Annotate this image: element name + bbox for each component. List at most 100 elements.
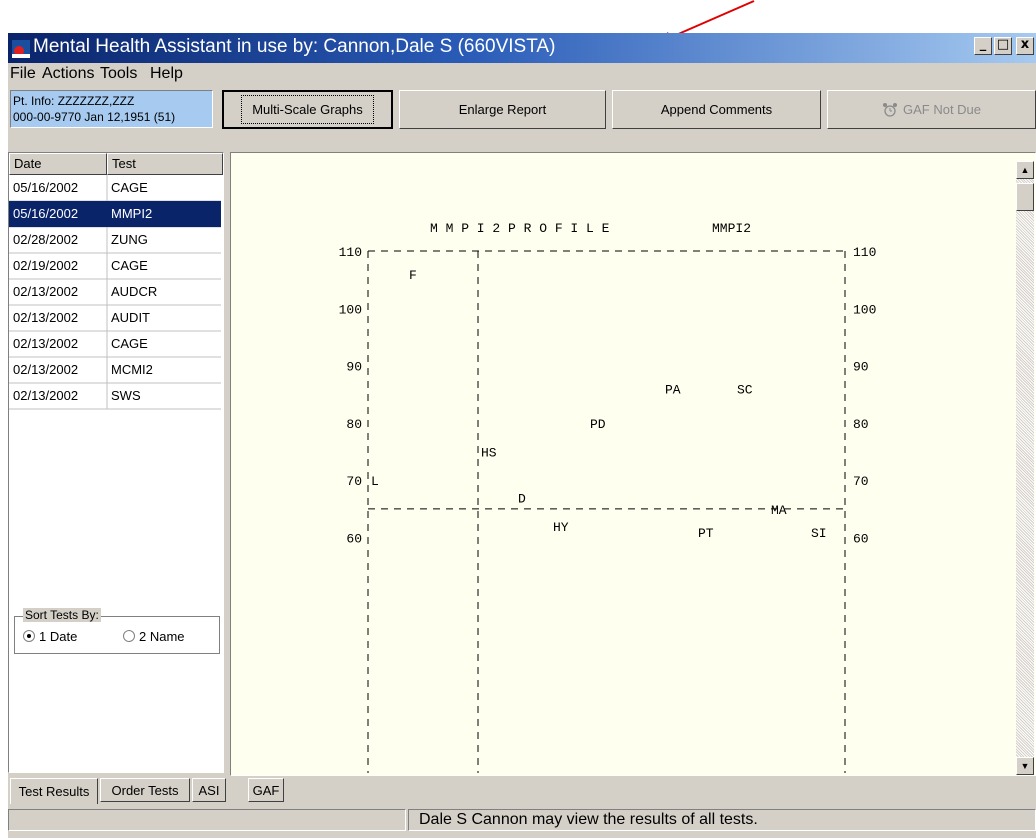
tab-asi[interactable]: ASI bbox=[192, 778, 226, 802]
sort-tests-group: Sort Tests By: 1 Date 2 Name bbox=[14, 608, 220, 654]
test-date: 05/16/2002 bbox=[13, 180, 79, 195]
test-name: AUDCR bbox=[111, 284, 158, 299]
test-date: 02/13/2002 bbox=[13, 388, 79, 403]
tab-gaf[interactable]: GAF bbox=[248, 778, 284, 802]
sort-tests-legend: Sort Tests By: bbox=[23, 608, 101, 622]
window-title: Mental Health Assistant in use by: Canno… bbox=[33, 36, 556, 57]
profile-point-sc: SC bbox=[737, 383, 753, 398]
scroll-up-button[interactable]: ▲ bbox=[1016, 161, 1034, 179]
app-icon bbox=[12, 40, 30, 58]
test-name: ZUNG bbox=[111, 232, 148, 247]
y-tick-label-right: 100 bbox=[853, 302, 876, 317]
tab-test-results[interactable]: Test Results bbox=[10, 778, 98, 804]
sort-by-name-label[interactable]: 2 Name bbox=[139, 629, 185, 644]
test-name: SWS bbox=[111, 388, 141, 403]
patient-info-line2: 000-00-9770 Jan 12,1951 (51) bbox=[13, 110, 176, 124]
test-row[interactable]: 02/13/2002 MCMI2 bbox=[9, 357, 221, 383]
profile-test-code: MMPI2 bbox=[712, 221, 751, 236]
alarm-clock-icon bbox=[882, 102, 897, 117]
gaf-not-due-button[interactable]: GAF Not Due bbox=[827, 90, 1036, 129]
profile-point-pt: PT bbox=[698, 526, 714, 541]
test-row[interactable]: 02/13/2002 SWS bbox=[9, 383, 221, 409]
multi-scale-graphs-label: Multi-Scale Graphs bbox=[241, 95, 374, 124]
mmpi2-profile-chart: M M P I 2 P R O F I L E MMPI2 110 110100 1… bbox=[233, 163, 1016, 773]
y-tick-label-right: 60 bbox=[853, 532, 869, 547]
y-tick-label-left: 60 bbox=[346, 532, 362, 547]
y-tick-label-left: 90 bbox=[346, 360, 362, 375]
minimize-button[interactable]: _ bbox=[974, 37, 992, 55]
profile-point-l: L bbox=[371, 474, 379, 489]
test-date: 02/13/2002 bbox=[13, 336, 79, 351]
y-tick-label-left: 100 bbox=[339, 302, 362, 317]
y-tick-label-right: 90 bbox=[853, 360, 869, 375]
report-vertical-scrollbar[interactable]: ▲ ▼ bbox=[1016, 161, 1034, 775]
profile-point-f: F bbox=[409, 268, 417, 283]
y-tick-label-left: 80 bbox=[346, 417, 362, 432]
profile-point-ma: MA bbox=[771, 503, 787, 518]
header-test[interactable]: Test bbox=[107, 153, 223, 175]
profile-point-pa: PA bbox=[665, 383, 681, 398]
header-date[interactable]: Date bbox=[9, 153, 107, 175]
test-date: 05/16/2002 bbox=[13, 206, 79, 221]
menu-file[interactable]: File bbox=[10, 65, 36, 83]
test-date: 02/13/2002 bbox=[13, 284, 79, 299]
test-date: 02/13/2002 bbox=[13, 362, 79, 377]
test-row[interactable]: 02/13/2002 AUDIT bbox=[9, 305, 221, 331]
report-panel: M M P I 2 P R O F I L E MMPI2 110 110 100 1… bbox=[230, 152, 1036, 776]
sort-by-date-radio[interactable] bbox=[23, 630, 35, 642]
scroll-thumb[interactable] bbox=[1016, 183, 1034, 211]
menu-bar: File Actions Tools Help bbox=[8, 63, 1036, 87]
profile-axis-ticks: 110 110 100 100 90 90 80 80 70 70 60 60 bbox=[339, 245, 877, 547]
profile-point-hy: HY bbox=[553, 520, 569, 535]
test-name: AUDIT bbox=[111, 310, 150, 325]
menu-actions[interactable]: Actions bbox=[42, 65, 94, 83]
status-pane-left bbox=[8, 809, 406, 831]
close-button[interactable]: x bbox=[1016, 37, 1034, 55]
tests-list-panel: Date Test 05/16/2002 CAGE 05/16/2002 MMPI2… bbox=[8, 152, 224, 773]
test-row[interactable]: 02/13/2002 CAGE bbox=[9, 331, 221, 357]
test-name: CAGE bbox=[111, 336, 148, 351]
sort-by-name-radio[interactable] bbox=[123, 630, 135, 642]
y-tick-label-left: 110 bbox=[339, 245, 362, 260]
test-name: MCMI2 bbox=[111, 362, 153, 377]
patient-info-panel[interactable]: Pt. Info: ZZZZZZZ,ZZZ 000-00-9770 Jan 12… bbox=[10, 90, 213, 128]
test-date: 02/19/2002 bbox=[13, 258, 79, 273]
enlarge-report-button[interactable]: Enlarge Report bbox=[399, 90, 606, 129]
append-comments-button[interactable]: Append Comments bbox=[612, 90, 821, 129]
main-window: Mental Health Assistant in use by: Canno… bbox=[8, 33, 1036, 838]
test-name: MMPI2 bbox=[111, 206, 153, 221]
multi-scale-graphs-button[interactable]: Multi-Scale Graphs bbox=[222, 90, 393, 129]
bottom-tab-strip: Test Results Order Tests ASI GAF bbox=[8, 778, 1036, 804]
sort-by-date-label[interactable]: 1 Date bbox=[39, 629, 77, 644]
status-bar: Dale S Cannon may view the results of al… bbox=[8, 809, 1036, 831]
profile-title: M M P I 2 P R O F I L E bbox=[430, 221, 610, 236]
test-name: CAGE bbox=[111, 180, 148, 195]
test-row[interactable]: 02/13/2002 AUDCR bbox=[9, 279, 221, 305]
title-bar: Mental Health Assistant in use by: Canno… bbox=[8, 33, 1036, 63]
test-row[interactable]: 02/19/2002 CAGE bbox=[9, 253, 221, 279]
profile-point-pd: PD bbox=[590, 417, 606, 432]
profile-points: F L HS D HY PD PA SC PT SI MA bbox=[371, 268, 827, 541]
test-row[interactable]: 02/28/2002 ZUNG bbox=[9, 227, 221, 253]
gaf-not-due-label: GAF Not Due bbox=[902, 102, 982, 117]
test-row[interactable]: 05/16/2002 CAGE bbox=[9, 175, 221, 201]
test-row-selected[interactable]: 05/16/2002 MMPI2 bbox=[9, 201, 221, 227]
profile-point-hs: HS bbox=[481, 446, 497, 461]
scroll-down-button[interactable]: ▼ bbox=[1016, 757, 1034, 775]
y-tick-label-left: 70 bbox=[346, 474, 362, 489]
test-date: 02/28/2002 bbox=[13, 232, 79, 247]
menu-help[interactable]: Help bbox=[150, 65, 183, 83]
y-tick-label-right: 70 bbox=[853, 474, 869, 489]
test-date: 02/13/2002 bbox=[13, 310, 79, 325]
tab-order-tests[interactable]: Order Tests bbox=[100, 778, 190, 802]
y-tick-label-right: 80 bbox=[853, 417, 869, 432]
menu-tools[interactable]: Tools bbox=[100, 65, 137, 83]
profile-point-d: D bbox=[518, 491, 526, 506]
profile-point-si: SI bbox=[811, 526, 827, 541]
status-message: Dale S Cannon may view the results of al… bbox=[408, 809, 1036, 831]
test-name: CAGE bbox=[111, 258, 148, 273]
patient-info-line1: Pt. Info: ZZZZZZZ,ZZZ bbox=[13, 94, 135, 108]
y-tick-label-right: 110 bbox=[853, 245, 876, 260]
toolbar: Pt. Info: ZZZZZZZ,ZZZ 000-00-9770 Jan 12… bbox=[8, 89, 1036, 131]
maximize-button[interactable]: □ bbox=[994, 37, 1012, 55]
